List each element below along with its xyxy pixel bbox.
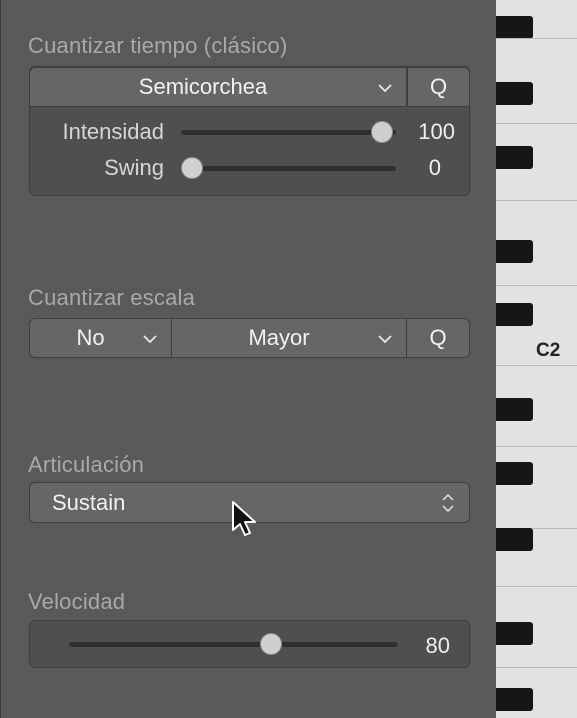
quantize-time-box: Semicorchea Q Intensidad 100 Swing 0 [29, 66, 470, 196]
velocity-title: Velocidad [28, 589, 126, 614]
chevron-down-icon [378, 332, 392, 346]
quantize-scale-row: No Mayor Q [29, 318, 470, 358]
piano-black-key[interactable] [496, 398, 533, 421]
strength-value: 100 [418, 119, 455, 144]
scale-root-label: No [76, 325, 105, 350]
piano-black-key[interactable] [496, 146, 533, 169]
inspector-panel: Cuantizar tiempo (clásico) Semicorchea Q… [0, 0, 496, 718]
piano-black-key[interactable] [496, 240, 533, 263]
piano-keyboard[interactable]: C2 [496, 0, 577, 718]
c2-key-label: C2 [536, 340, 561, 361]
strength-slider-knob[interactable] [371, 121, 393, 143]
piano-black-key[interactable] [496, 528, 533, 551]
updown-chevron-icon [441, 493, 455, 513]
white-key-divider [496, 123, 577, 124]
velocity-slider-knob[interactable] [260, 633, 282, 655]
chevron-down-icon [378, 81, 392, 95]
velocity-box: 80 [29, 620, 470, 668]
swing-slider-knob[interactable] [181, 157, 203, 179]
articulation-title: Articulación [28, 452, 145, 477]
piano-black-key[interactable] [496, 622, 533, 645]
white-key-divider [496, 667, 577, 668]
white-key-divider [496, 38, 577, 39]
piano-black-key[interactable] [496, 16, 533, 39]
velocity-slider-track[interactable] [69, 642, 398, 647]
mouse-pointer-icon [231, 500, 259, 543]
quantize-q-button[interactable]: Q [407, 67, 470, 107]
strength-slider-track[interactable] [181, 130, 396, 135]
piano-black-key[interactable] [496, 462, 533, 485]
quantize-value-label: Semicorchea [138, 74, 268, 99]
articulation-value: Sustain [52, 489, 126, 515]
scale-q-button[interactable]: Q [406, 318, 470, 358]
piano-black-key[interactable] [496, 82, 533, 105]
scale-root-dropdown[interactable]: No [29, 318, 172, 358]
quantize-scale-title: Cuantizar escala [28, 285, 196, 310]
white-key-divider [496, 200, 577, 201]
scale-type-label: Mayor [248, 325, 310, 350]
swing-slider-track[interactable] [181, 166, 396, 171]
swing-value: 0 [428, 155, 441, 180]
scale-type-dropdown[interactable]: Mayor [171, 318, 407, 358]
quantize-value-dropdown[interactable]: Semicorchea [29, 67, 407, 107]
chevron-down-icon [143, 332, 157, 346]
strength-label: Intensidad [62, 119, 164, 144]
piano-black-key[interactable] [496, 688, 533, 711]
white-key-divider [496, 586, 577, 587]
white-key-divider [496, 365, 577, 366]
white-key-divider [496, 285, 577, 286]
velocity-value: 80 [425, 633, 450, 658]
piano-black-key[interactable] [496, 303, 533, 326]
quantize-time-title: Cuantizar tiempo (clásico) [28, 33, 288, 58]
swing-label: Swing [104, 155, 164, 180]
white-key-divider [496, 446, 577, 447]
